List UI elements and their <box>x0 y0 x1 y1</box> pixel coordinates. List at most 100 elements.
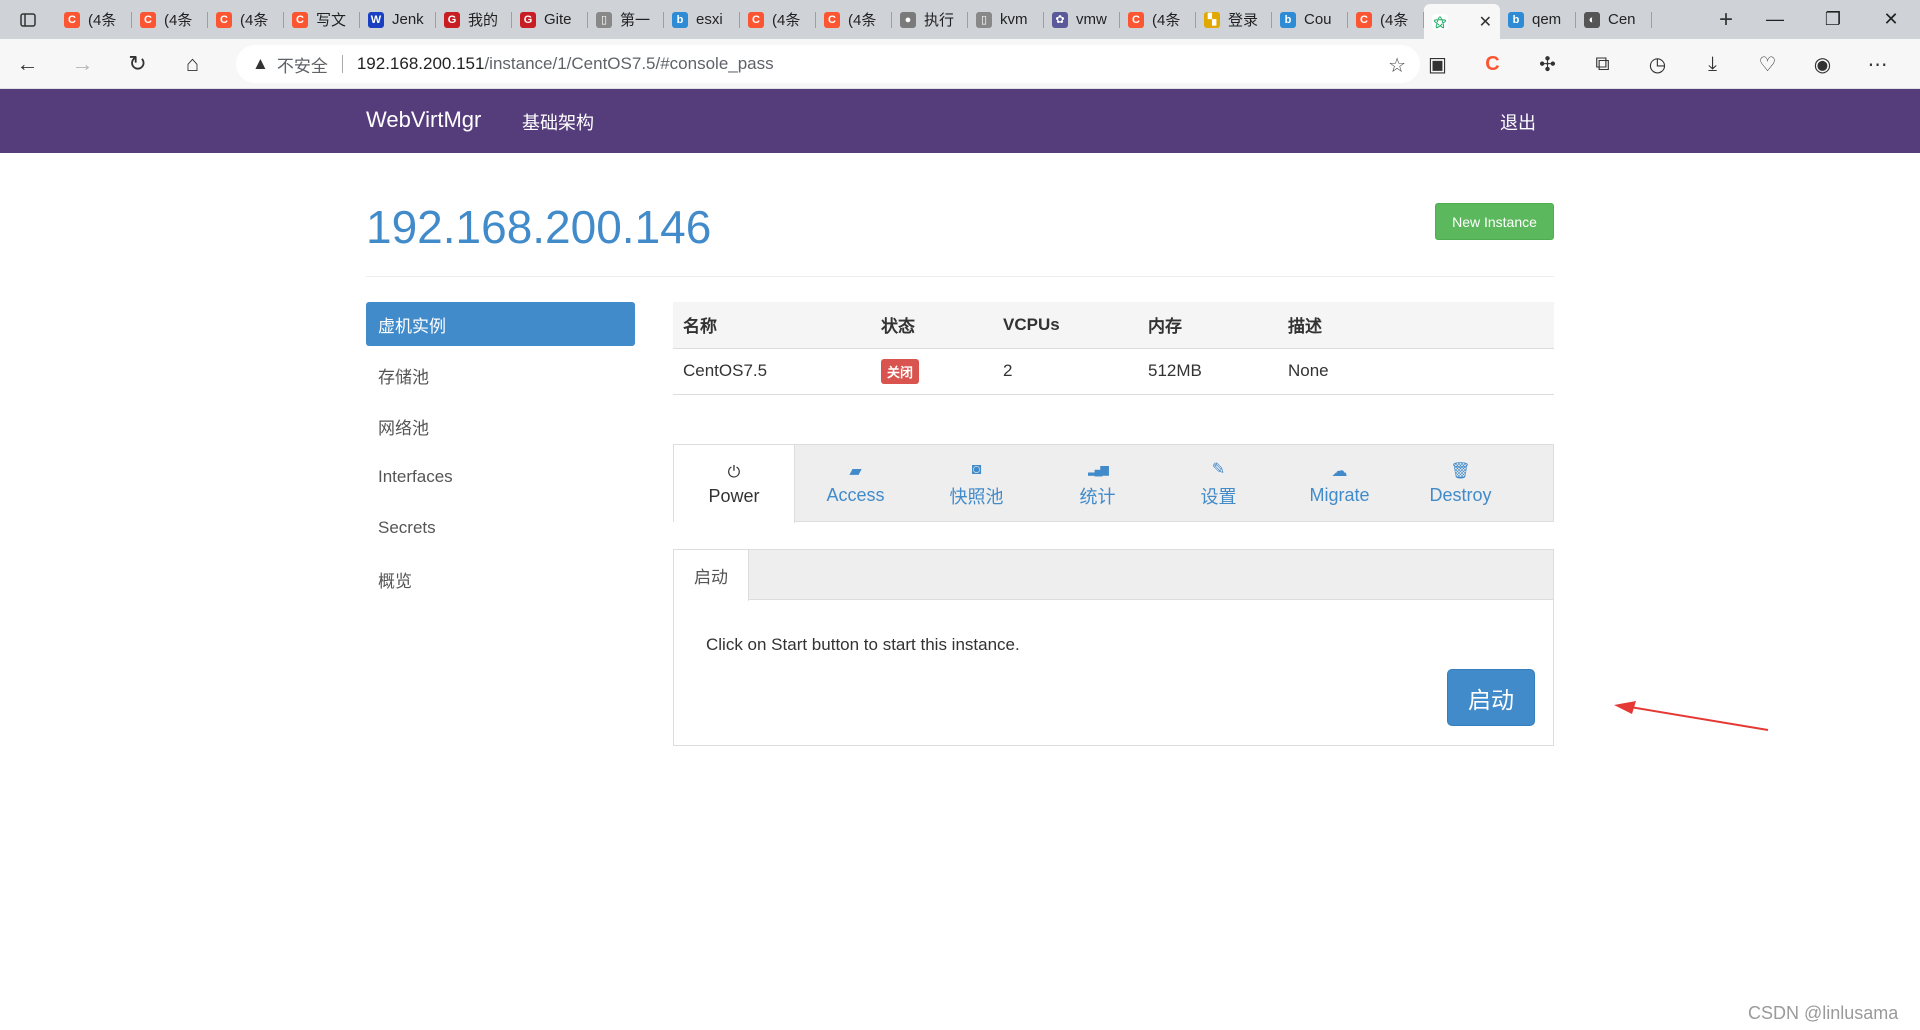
csdn-extension-icon[interactable]: C <box>1465 39 1520 89</box>
extension-icons: ▣ C ✣ ⧉ ◷ ⤓ ♡ ◉ ⋯ <box>1410 39 1905 89</box>
browser-tab[interactable]: b esxi <box>664 4 740 35</box>
collections-icon[interactable]: ⧉ <box>1575 39 1630 89</box>
add-favorite-icon[interactable]: ☆ <box>1388 53 1406 78</box>
close-tab-icon[interactable]: ✕ <box>1479 12 1492 32</box>
bar-chart-icon: ▂▄▆ <box>1088 463 1109 476</box>
infrastructure-link[interactable]: 基础架构 <box>522 109 594 135</box>
tab-groups-icon[interactable]: ▣ <box>1410 39 1465 89</box>
side-navigation: 虚机实例存储池网络池 Interfaces Secrets 概览 <box>366 302 635 608</box>
sidebar-item[interactable]: 概览 <box>366 557 635 601</box>
action-tab[interactable]: ☁ Migrate <box>1279 445 1400 522</box>
sidebar-item[interactable]: 存储池 <box>366 353 635 397</box>
warning-icon[interactable]: ▲ <box>252 54 269 74</box>
action-tab[interactable]: ✎ 设置 <box>1158 445 1279 522</box>
browser-tab-active[interactable]: ⚝ ✕ <box>1424 4 1500 39</box>
table-row: CentOS7.5 关闭 2 512MB None <box>673 348 1554 395</box>
browser-tab-title: (4条 <box>1152 12 1181 29</box>
back-button[interactable]: ← <box>0 39 55 89</box>
briefcase-icon: ▰ <box>849 463 862 480</box>
action-tab[interactable]: ▂▄▆ 统计 <box>1037 445 1158 522</box>
action-tab-label: Power <box>708 485 760 506</box>
bing-icon: b <box>672 11 688 28</box>
browser-tab-title: (4条 <box>772 12 801 29</box>
browser-tab[interactable]: ▯ kvm <box>968 4 1044 35</box>
downloads-icon[interactable]: ⤓ <box>1685 39 1740 89</box>
browser-tab[interactable]: C (4条 <box>740 4 816 35</box>
action-tab[interactable]: ▰ Access <box>795 445 916 522</box>
browser-tab[interactable]: C (4条 <box>56 4 132 35</box>
new-instance-button[interactable]: New Instance <box>1435 203 1554 240</box>
sidebar-item[interactable]: Secrets <box>366 506 635 550</box>
trash-icon: 🗑 <box>1450 463 1471 480</box>
cell-name: CentOS7.5 <box>673 348 871 395</box>
history-icon[interactable]: ◷ <box>1630 39 1685 89</box>
reload-button[interactable]: ↻ <box>110 39 165 89</box>
avatar-icon: ● <box>900 11 916 28</box>
browser-tab-title: Gite <box>544 11 572 28</box>
more-menu-icon[interactable]: ⋯ <box>1850 39 1905 89</box>
close-window-button[interactable]: ✕ <box>1862 0 1920 39</box>
tab-start[interactable]: 启动 <box>674 550 749 601</box>
browser-tab[interactable]: C (4条 <box>1120 4 1196 35</box>
browser-tab[interactable]: ● 执行 <box>892 4 968 35</box>
sidebar-item[interactable]: 网络池 <box>366 404 635 448</box>
action-tab-label: Migrate <box>1309 485 1370 505</box>
extensions-icon[interactable]: ✣ <box>1520 39 1575 89</box>
profile-avatar-icon[interactable]: ◉ <box>1795 39 1850 89</box>
browser-tab-title: 我的 <box>468 12 499 29</box>
browser-tab[interactable]: ▚ 登录 <box>1196 4 1272 35</box>
start-button[interactable]: 启动 <box>1447 669 1535 726</box>
title-divider <box>366 276 1554 277</box>
sidebar-item[interactable]: Interfaces <box>366 455 635 499</box>
url-text: 192.168.200.151/instance/1/CentOS7.5/#co… <box>357 54 774 74</box>
csdn-icon: C <box>1356 11 1372 28</box>
app-navbar: WebVirtMgr 基础架构 退出 <box>0 89 1920 153</box>
address-bar[interactable]: ▲ 不安全 192.168.200.151/instance/1/CentOS7… <box>236 45 1420 83</box>
power-subtabs: 启动 <box>674 550 1553 601</box>
action-tab-label: 设置 <box>1200 486 1237 507</box>
browser-tab[interactable]: C (4条 <box>816 4 892 35</box>
browser-tab-title: esxi <box>696 11 723 28</box>
browser-tab[interactable]: G Gite <box>512 4 588 35</box>
home-button[interactable]: ⌂ <box>165 39 220 89</box>
new-tab-button[interactable]: + <box>1706 0 1746 39</box>
browser-tab[interactable]: ◐ Cen <box>1576 4 1652 35</box>
cell-description: None <box>1278 348 1554 395</box>
csdn-icon: C <box>824 11 840 28</box>
browser-tab[interactable]: G 我的 <box>436 4 512 35</box>
browser-tab[interactable]: C (4条 <box>132 4 208 35</box>
action-tab[interactable]: ⏻ Power <box>674 445 795 523</box>
w-icon: W <box>368 11 384 28</box>
brand-link[interactable]: WebVirtMgr <box>366 107 481 133</box>
action-tab[interactable]: 🗑 Destroy <box>1400 445 1521 522</box>
cell-vcpus: 2 <box>993 348 1138 395</box>
watermark: CSDN @linlusama <box>1748 1003 1899 1023</box>
forward-button[interactable]: → <box>55 39 110 89</box>
csdn-icon: C <box>140 11 156 28</box>
browser-tab[interactable]: b Cou <box>1272 4 1348 35</box>
logout-link[interactable]: 退出 <box>1500 109 1536 135</box>
restore-button[interactable]: ❐ <box>1804 0 1862 39</box>
action-tab[interactable]: ◙ 快照池 <box>916 445 1037 522</box>
annotation-arrow-icon <box>1614 701 1769 731</box>
browser-tab[interactable]: ✿ vmw <box>1044 4 1120 35</box>
browser-tab[interactable]: C 写文 <box>284 4 360 35</box>
instance-table: 名称 状态 VCPUs 内存 描述 CentOS7.5 关闭 2 512MB N… <box>673 302 1554 395</box>
minimize-button[interactable]: — <box>1746 0 1804 39</box>
header-name: 名称 <box>673 302 871 349</box>
browser-tab[interactable]: C (4条 <box>1348 4 1424 35</box>
bing-icon: b <box>1280 11 1296 28</box>
browser-tab[interactable]: C (4条 <box>208 4 284 35</box>
wrench-icon: ✎ <box>1211 460 1226 478</box>
action-tab-label: 快照池 <box>949 486 1004 507</box>
action-tab-label: 统计 <box>1079 486 1116 507</box>
page-icon: ▯ <box>976 11 992 28</box>
browser-tabs: C (4条 C (4条 C (4条 C 写文 W Jenk G 我的 G Gite ▯ 第一 b esxi C (4条… <box>56 0 1706 39</box>
browser-tab[interactable]: ▯ 第一 <box>588 4 664 35</box>
webvirtmgr-favicon-icon: ⚝ <box>1432 13 1448 30</box>
tab-actions-button[interactable] <box>0 0 56 39</box>
browser-tab[interactable]: W Jenk <box>360 4 436 35</box>
browser-tab[interactable]: b qem <box>1500 4 1576 35</box>
performance-icon[interactable]: ♡ <box>1740 39 1795 89</box>
sidebar-item[interactable]: 虚机实例 <box>366 302 635 346</box>
